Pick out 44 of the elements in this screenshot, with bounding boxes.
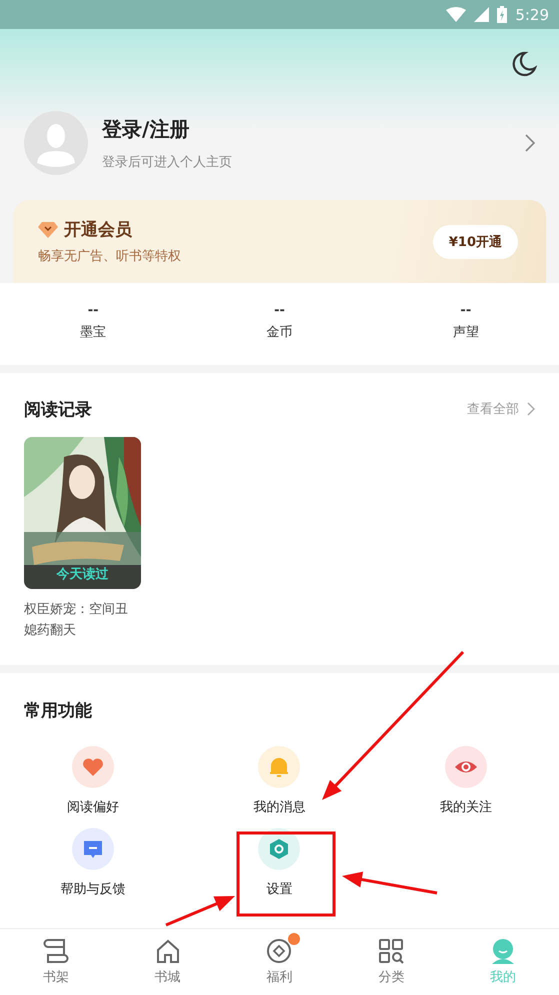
wifi-icon [446,7,466,22]
tab[interactable]: 分类 [335,929,448,995]
bookshelf-icon [42,938,69,964]
bell-icon[interactable] [258,746,300,788]
tab[interactable]: 书城 [112,929,224,995]
status-time: 5:29 [515,6,549,24]
moon-icon[interactable] [511,51,537,77]
stat-value: -- [274,303,285,318]
badge-icon [288,933,300,945]
annotation-arrow [165,896,235,926]
eye-icon[interactable] [444,746,487,788]
vip-subtitle: 畅享无广告、听书等特权 [38,248,182,265]
read-today-label: 今天读过 [56,566,108,583]
tab[interactable]: 书架 [0,929,112,995]
section-title: 阅读记录 [24,398,93,420]
vip-title: 开通会员 [64,219,132,241]
function-label[interactable]: 设置 [266,880,292,898]
category-icon [378,938,404,964]
function-label[interactable]: 我的关注 [440,798,492,816]
login-hint: 登录后可进入个人主页 [102,154,233,170]
chat-icon[interactable] [72,828,114,870]
diamond-icon [38,220,58,238]
section-title: 常用功能 [24,701,92,721]
chevron-right-icon[interactable] [527,402,535,416]
stat-label[interactable]: 声望 [452,323,479,341]
function-label[interactable]: 帮助与反馈 [60,880,126,898]
settings-icon[interactable] [258,828,300,870]
vip-button[interactable]: ¥10开通 [432,225,518,259]
tab[interactable]: 福利 [224,929,336,995]
coin-icon [266,938,292,964]
chevron-right-icon[interactable] [525,134,535,152]
stat-label[interactable]: 金币 [266,323,292,341]
person-icon [490,938,516,964]
login-link[interactable]: 登录/注册 [102,116,525,142]
home-icon [154,938,181,964]
stat-value: -- [460,303,472,318]
battery-icon [497,6,508,23]
vip-card[interactable]: 开通会员 畅享无广告、听书等特权 ¥10开通 [13,200,546,283]
function-label[interactable]: 我的消息 [253,798,306,816]
function-label[interactable]: 阅读偏好 [67,798,120,816]
stat-label[interactable]: 墨宝 [80,323,106,341]
signal-icon [474,7,490,22]
stat-value: -- [88,303,99,318]
book-title[interactable]: 权臣娇宠：空间丑媳药翻天 [24,599,132,641]
